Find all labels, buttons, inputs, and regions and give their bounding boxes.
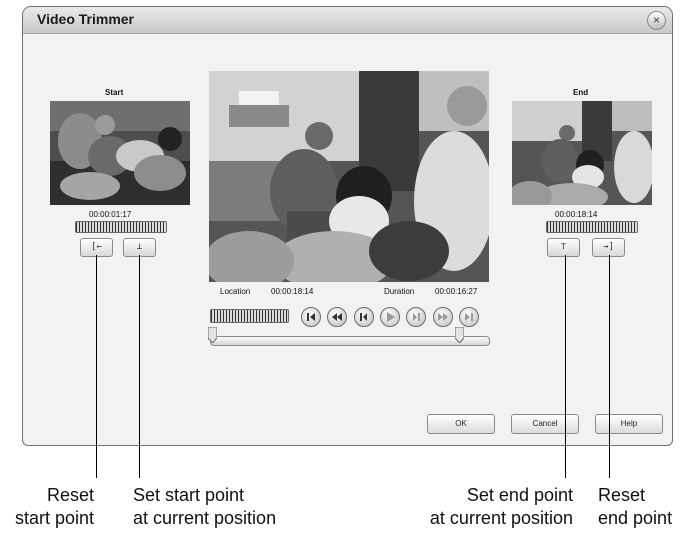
rewind-button[interactable] (327, 307, 347, 327)
rewind-icon (332, 313, 342, 321)
help-button[interactable]: Help (595, 414, 663, 434)
play-icon (387, 312, 395, 322)
start-frame-thumbnail (50, 101, 190, 205)
fast-forward-button[interactable] (433, 307, 453, 327)
step-forward-icon (413, 313, 420, 321)
start-timecode: 00:00:01:17 (89, 210, 132, 219)
go-to-start-icon (307, 313, 315, 321)
duration-value: 00:00:16:27 (435, 287, 478, 296)
window-title: Video Trimmer (37, 11, 135, 27)
end-frame-image (512, 101, 652, 205)
callout-line-set-start (139, 255, 140, 478)
end-label: End (573, 88, 589, 97)
end-timecode: 00:00:18:14 (555, 210, 598, 219)
step-back-icon (360, 313, 367, 321)
close-icon[interactable]: × (647, 11, 666, 30)
start-label: Start (105, 88, 124, 97)
go-to-end-button[interactable] (459, 307, 479, 327)
end-frame-thumbnail (512, 101, 652, 205)
trim-slider-track[interactable] (210, 336, 490, 346)
main-video-frame (209, 71, 489, 282)
duration-label: Duration (384, 287, 415, 296)
start-jog-wheel[interactable] (75, 221, 167, 233)
play-button[interactable] (380, 307, 400, 327)
step-back-button[interactable] (354, 307, 374, 327)
end-trim-handle[interactable] (455, 327, 464, 343)
main-jog-wheel[interactable] (210, 309, 289, 323)
start-frame-image (50, 101, 190, 205)
go-to-end-icon (465, 313, 473, 321)
location-label: Location (220, 287, 251, 296)
callout-reset-start-point: Reset start point (14, 485, 94, 528)
cancel-button[interactable]: Cancel (511, 414, 579, 434)
ok-button[interactable]: OK (427, 414, 495, 434)
go-to-start-button[interactable] (301, 307, 321, 327)
start-trim-handle[interactable] (208, 327, 217, 343)
callout-set-end-point: Set end point at current position (429, 485, 573, 528)
callout-reset-end-point: Reset end point (598, 485, 673, 528)
location-value: 00:00:18:14 (271, 287, 314, 296)
fast-forward-icon (438, 313, 448, 321)
step-forward-button[interactable] (406, 307, 426, 327)
end-jog-wheel[interactable] (546, 221, 638, 233)
callout-line-reset-end (609, 255, 610, 478)
set-end-point-button[interactable]: ⊤ (547, 238, 580, 257)
title-bar[interactable]: Video Trimmer × (23, 7, 672, 34)
callout-set-start-point: Set start point at current position (133, 485, 277, 528)
callout-line-reset-start (96, 255, 97, 478)
callout-line-set-end (565, 255, 566, 478)
main-video-preview (209, 71, 489, 282)
